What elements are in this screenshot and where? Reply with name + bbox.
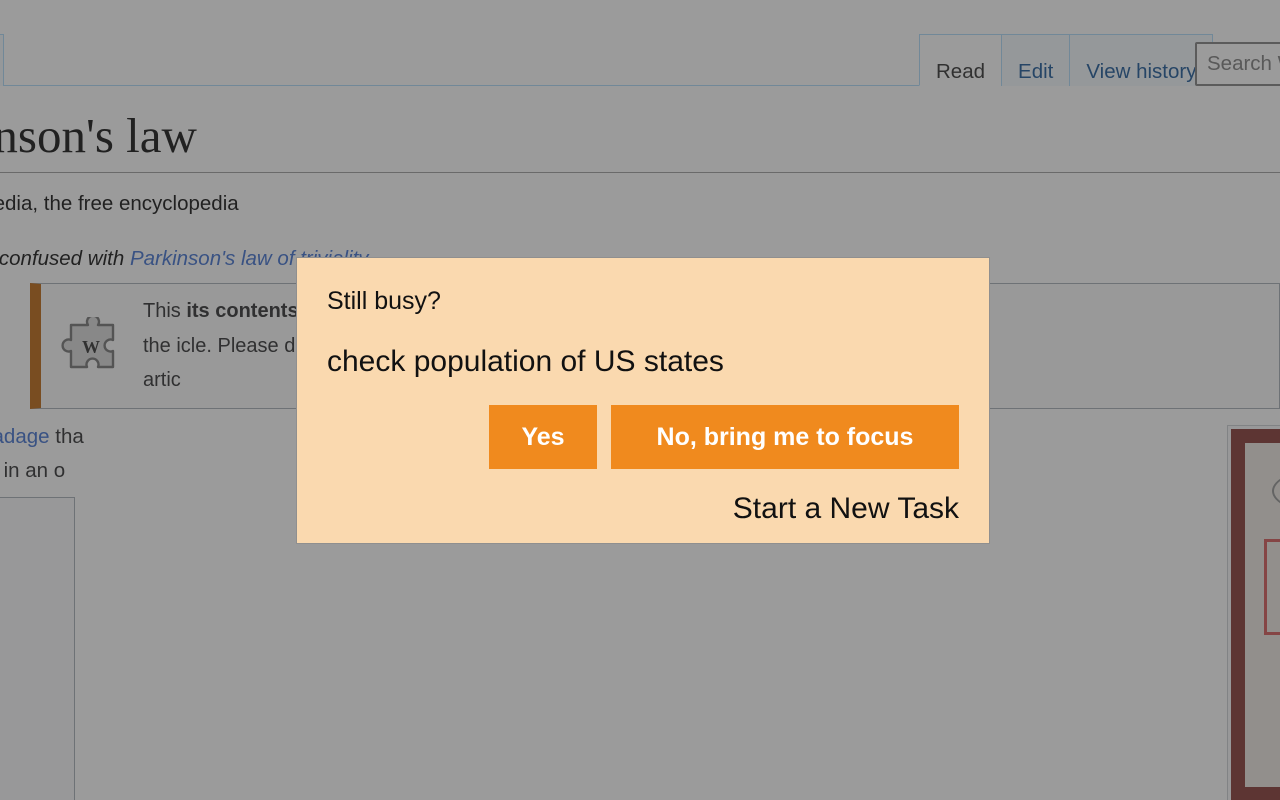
dialog-current-task: check population of US states [327,345,724,379]
start-new-task-link[interactable]: Start a New Task [327,491,959,527]
dialog-question: Still busy? [327,287,441,315]
yes-button[interactable]: Yes [489,405,597,470]
dialog-button-row: Yes No, bring me to focus [327,405,959,470]
bring-me-to-focus-button[interactable]: No, bring me to focus [611,405,959,470]
still-busy-dialog: Still busy? check population of US state… [296,257,990,544]
